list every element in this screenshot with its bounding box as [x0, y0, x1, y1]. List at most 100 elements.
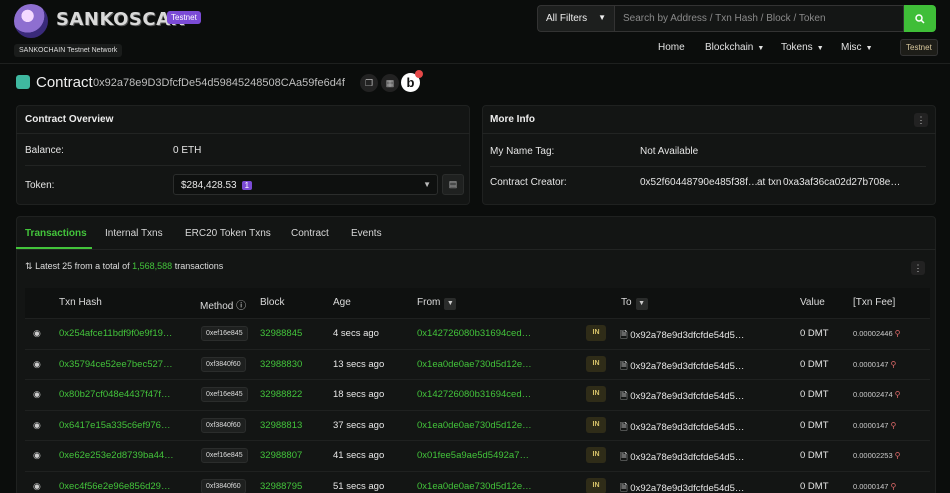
- method-badge: 0xf3840f60: [201, 417, 246, 433]
- method-badge: 0xf3840f60: [201, 356, 246, 372]
- token-count-badge: 1: [241, 181, 253, 190]
- block-link[interactable]: 32988807: [260, 450, 302, 461]
- eye-icon[interactable]: ◉: [33, 389, 46, 401]
- nav-tokens[interactable]: Tokens ▼: [781, 42, 824, 53]
- txn-fee: 0.0000147 ⚲: [853, 481, 897, 491]
- filter-icon[interactable]: ▼: [635, 298, 648, 310]
- search-input[interactable]: [614, 5, 904, 32]
- divider: [25, 165, 461, 166]
- to-address: 🗎 0x92a78e9d3dfcfde54d5…: [620, 421, 745, 433]
- blockscan-icon: b: [406, 75, 415, 90]
- block-link[interactable]: 32988813: [260, 420, 302, 431]
- creator-address-link[interactable]: 0x52f60448790e485f38f…: [640, 177, 758, 188]
- eye-icon[interactable]: ◉: [33, 359, 46, 371]
- wallet-button[interactable]: ▤: [442, 174, 464, 195]
- txn-fee: 0.0000147 ⚲: [853, 359, 897, 369]
- info-icon[interactable]: ⓘ: [236, 301, 246, 312]
- to-address: 🗎 0x92a78e9d3dfcfde54d5…: [620, 360, 745, 372]
- kebab-icon: ⋮: [916, 115, 926, 125]
- eye-icon[interactable]: ◉: [33, 481, 46, 493]
- document-icon: 🗎: [620, 421, 628, 433]
- nav-blockchain[interactable]: Blockchain ▼: [705, 42, 764, 53]
- chevron-down-icon: ▼: [598, 13, 606, 22]
- search-button[interactable]: [904, 5, 936, 32]
- age-value: 41 secs ago: [333, 450, 385, 461]
- value: 0 DMT: [800, 450, 829, 461]
- pin-icon: ⚲: [894, 451, 901, 460]
- transactions-count-link[interactable]: 1,568,588: [132, 261, 172, 271]
- to-address: 🗎 0x92a78e9d3dfcfde54d5…: [620, 391, 745, 402]
- divider: [490, 166, 926, 167]
- table-row: ◉ 0x254afce11bdf9f0e9f19… 0xef16e845 329888…: [25, 318, 930, 348]
- to-address: 🗎 0x92a78e9d3dfcfde54d5…: [620, 330, 745, 341]
- nav-home[interactable]: Home: [658, 42, 685, 53]
- tab-events[interactable]: Events: [351, 228, 382, 239]
- table-header: [25, 288, 930, 318]
- document-icon: 🗎: [620, 482, 628, 493]
- direction-badge: IN: [586, 477, 606, 493]
- block-link[interactable]: 32988795: [260, 481, 302, 492]
- name-tag-value: Not Available: [640, 146, 699, 157]
- from-address-link[interactable]: 0x142726080b31694ced…: [417, 389, 531, 400]
- block-link[interactable]: 32988822: [260, 389, 302, 400]
- tab-transactions[interactable]: Transactions: [25, 228, 87, 239]
- col-block: Block: [260, 297, 285, 308]
- document-icon: 🗎: [620, 452, 628, 463]
- txn-hash-link[interactable]: 0x80b27cf048e4437f47f…: [59, 389, 170, 400]
- more-info-options-button[interactable]: ⋮: [914, 113, 928, 127]
- nav-testnet-badge[interactable]: Testnet: [900, 39, 938, 56]
- tab-internal-txns[interactable]: Internal Txns: [105, 228, 163, 239]
- tab-erc20-token-txns[interactable]: ERC20 Token Txns: [185, 228, 271, 239]
- at-txn-label: at txn: [757, 177, 782, 188]
- from-address-link[interactable]: 0x142726080b31694ced…: [417, 328, 531, 339]
- txn-fee: 0.00002253 ⚲: [853, 451, 901, 460]
- copy-button[interactable]: ❐: [360, 74, 378, 92]
- contract-address: 0x92a78e9D3DfcfDe54d59845248508CAa59fe6d…: [93, 77, 345, 89]
- col-age-toggle[interactable]: Age: [333, 297, 351, 308]
- from-address-link[interactable]: 0x01fee5a9ae5d5492a7…: [417, 450, 529, 461]
- txn-fee: 0.00002446 ⚲: [853, 329, 901, 338]
- from-address-link[interactable]: 0x1ea0de0ae730d5d12e…: [417, 420, 532, 431]
- col-txn-hash: Txn Hash: [59, 297, 102, 308]
- block-link[interactable]: 32988845: [260, 328, 302, 339]
- txn-hash-link[interactable]: 0xec4f56e2e96e856d29…: [59, 481, 170, 492]
- col-txn-fee[interactable]: [Txn Fee]: [853, 297, 895, 308]
- value: 0 DMT: [800, 419, 829, 431]
- document-icon: 🗎: [620, 330, 628, 341]
- from-address-link[interactable]: 0x1ea0de0ae730d5d12e…: [417, 359, 532, 370]
- value: 0 DMT: [800, 328, 829, 339]
- logo[interactable]: [14, 4, 48, 38]
- pin-icon: ⚲: [890, 481, 897, 491]
- token-dropdown[interactable]: $284,428.53 1 ▼: [173, 174, 438, 195]
- qr-button[interactable]: ▦: [381, 74, 399, 92]
- nav-misc[interactable]: Misc ▼: [841, 42, 873, 53]
- filter-icon[interactable]: ▼: [444, 298, 457, 310]
- age-value: 18 secs ago: [333, 389, 385, 400]
- table-row: ◉ 0xe62e253e2d8739ba44… 0xef16e845 32988807…: [25, 440, 930, 470]
- pin-icon: ⚲: [890, 420, 897, 430]
- search-icon: [915, 13, 925, 24]
- more-info-title: More Info: [490, 114, 535, 125]
- creator-txn-link[interactable]: 0xa3af36ca02d27b708e…: [783, 177, 900, 188]
- from-address-link[interactable]: 0x1ea0de0ae730d5d12e…: [417, 481, 532, 492]
- txn-fee: 0.00002474 ⚲: [853, 390, 901, 399]
- eye-icon[interactable]: ◉: [33, 328, 46, 340]
- table-row: ◉ 0x35794ce52ee7bec527… 0xf3840f60 32988830…: [25, 348, 930, 379]
- method-badge: 0xef16e845: [201, 326, 248, 341]
- tab-contract[interactable]: Contract: [291, 228, 329, 239]
- txn-hash-link[interactable]: 0x6417e15a335c6ef976…: [59, 420, 170, 431]
- filter-select[interactable]: All Filters ▼: [537, 5, 614, 32]
- block-link[interactable]: 32988830: [260, 359, 302, 370]
- method-badge: 0xef16e845: [201, 387, 248, 402]
- table-options-button[interactable]: ⋮: [911, 261, 925, 275]
- table-row: ◉ 0x80b27cf048e4437f47f… 0xef16e845 3298882…: [25, 379, 930, 409]
- eye-icon[interactable]: ◉: [33, 420, 46, 432]
- txn-hash-link[interactable]: 0xe62e253e2d8739ba44…: [59, 450, 174, 461]
- txn-hash-link[interactable]: 0x254afce11bdf9f0e9f19…: [59, 328, 172, 339]
- eye-icon[interactable]: ◉: [33, 450, 46, 462]
- col-to: To ▼: [621, 297, 648, 310]
- balance-label: Balance:: [25, 145, 64, 156]
- contract-overview-title: Contract Overview: [25, 114, 114, 125]
- txn-hash-link[interactable]: 0x35794ce52ee7bec527…: [59, 359, 173, 370]
- document-icon: 🗎: [620, 391, 628, 402]
